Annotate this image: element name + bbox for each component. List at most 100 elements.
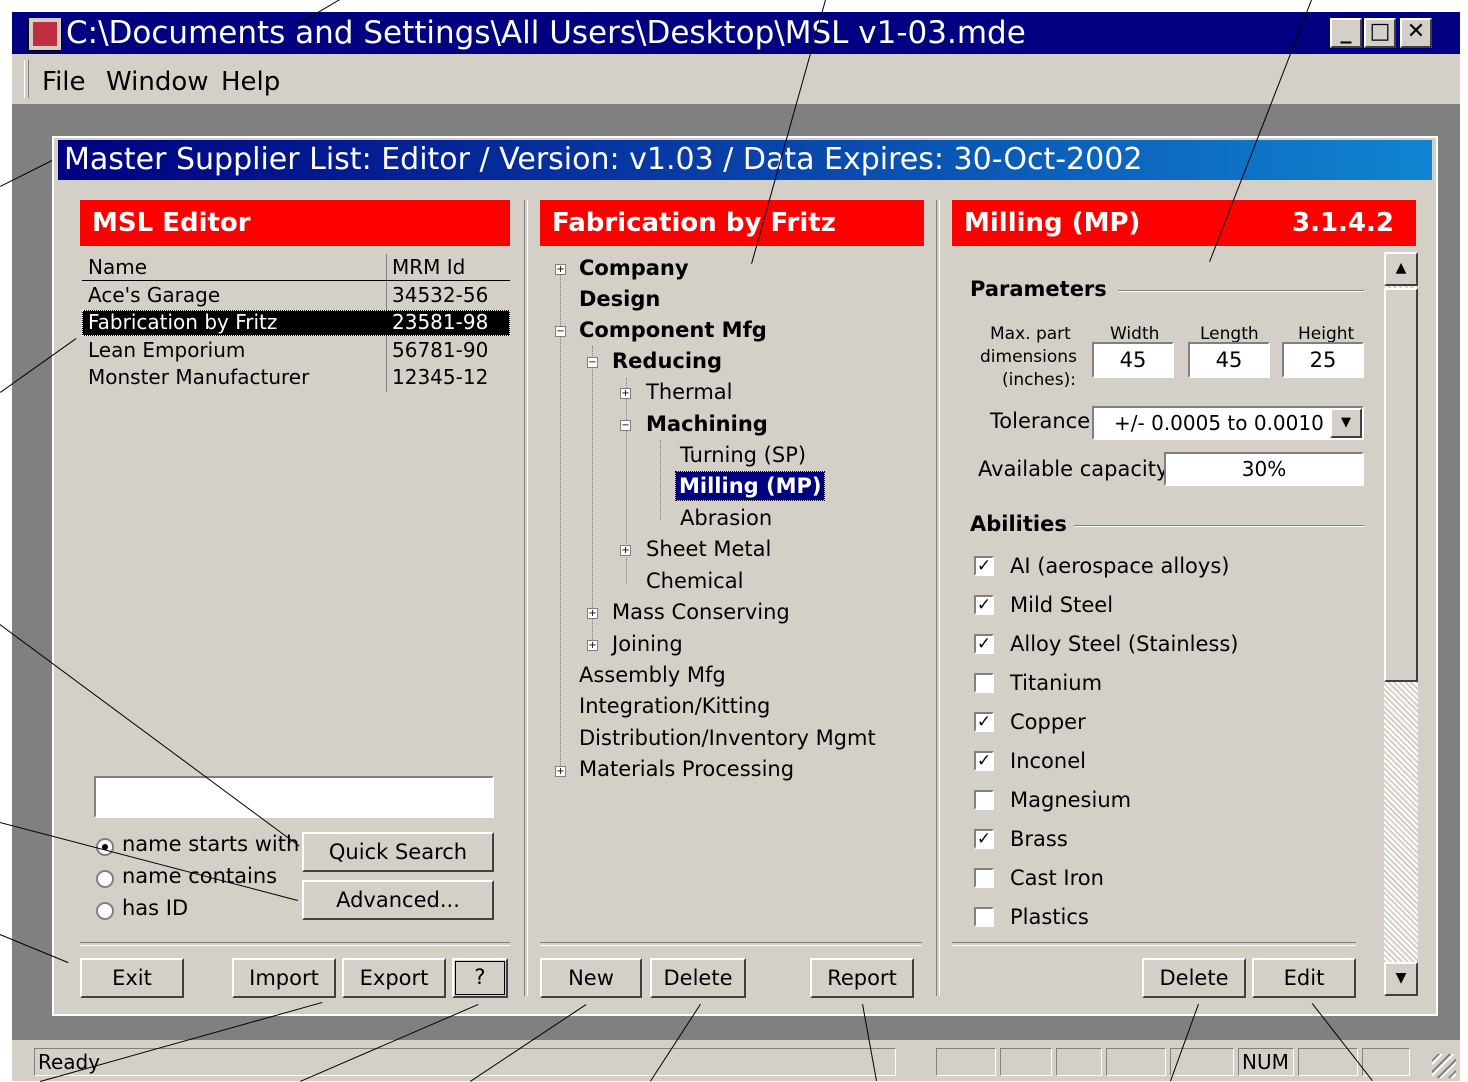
height-field[interactable]: 25 [1282, 342, 1364, 378]
tolerance-label: Tolerance [990, 409, 1091, 433]
ability-checkbox[interactable]: ✓ [974, 634, 994, 654]
tree-item-thermal[interactable]: Thermal [646, 378, 732, 406]
list-item-id[interactable]: 12345-12 [392, 364, 488, 391]
exit-button[interactable]: Exit [80, 958, 184, 998]
ability-label: Cast Iron [1010, 866, 1104, 890]
ability-checkbox[interactable] [974, 790, 994, 810]
menu-grip [24, 60, 29, 98]
tree-item-assembly[interactable]: Assembly Mfg [579, 661, 726, 689]
new-button[interactable]: New [540, 958, 642, 998]
menu-file[interactable]: File [42, 68, 86, 96]
scroll-down-icon[interactable]: ▼ [1384, 962, 1418, 996]
radio-label-starts-with: name starts with [122, 832, 300, 856]
maximize-button[interactable]: □ [1364, 18, 1396, 48]
ability-checkbox[interactable] [974, 673, 994, 693]
expand-icon[interactable]: + [620, 545, 631, 556]
tree-item-abrasion[interactable]: Abrasion [680, 504, 772, 532]
list-item-name[interactable]: Ace's Garage [88, 282, 220, 309]
import-button[interactable]: Import [232, 958, 336, 998]
tree-item-design[interactable]: Design [579, 285, 660, 313]
parameters-rule [1118, 290, 1364, 292]
tree-item-reducing[interactable]: Reducing [612, 347, 722, 375]
capacity-field[interactable]: 30% [1164, 452, 1364, 486]
ability-checkbox[interactable]: ✓ [974, 712, 994, 732]
delete-capability-button[interactable]: Delete [1142, 958, 1246, 998]
ability-label: Mild Steel [1010, 593, 1114, 617]
collapse-icon[interactable]: − [555, 326, 566, 337]
panel-divider-right [936, 200, 940, 996]
max-dims-label: (inches): [1002, 370, 1076, 390]
menu-help[interactable]: Help [221, 68, 280, 96]
tree-item-milling-selected[interactable]: Milling (MP) [674, 471, 826, 501]
search-input[interactable] [94, 776, 494, 818]
left-footer-divider [80, 942, 510, 946]
column-header-id[interactable]: MRM Id [392, 254, 465, 281]
tree-item-sheet-metal[interactable]: Sheet Metal [646, 535, 771, 563]
expand-icon[interactable]: + [587, 640, 598, 651]
status-num: NUM [1238, 1048, 1294, 1076]
list-item-id[interactable]: 56781-90 [392, 337, 488, 364]
scroll-up-icon[interactable]: ▲ [1384, 252, 1418, 286]
tree-item-machining[interactable]: Machining [646, 410, 768, 438]
tolerance-select[interactable]: +/- 0.0005 to 0.0010 ▼ [1092, 406, 1364, 440]
width-field[interactable]: 45 [1092, 342, 1174, 378]
tree-item-joining[interactable]: Joining [612, 630, 683, 658]
chevron-down-icon[interactable]: ▼ [1330, 408, 1362, 438]
tree-item-distribution[interactable]: Distribution/Inventory Mgmt [579, 724, 876, 752]
list-item-name[interactable]: Lean Emporium [88, 337, 245, 364]
help-button[interactable]: ? [452, 958, 508, 998]
ability-checkbox[interactable] [974, 868, 994, 888]
ability-label: Alloy Steel (Stainless) [1010, 632, 1239, 656]
resize-grip-icon[interactable] [1432, 1054, 1456, 1078]
max-dims-label: dimensions [980, 347, 1077, 367]
ability-label: Titanium [1010, 671, 1103, 695]
tree-item-chemical[interactable]: Chemical [646, 567, 743, 595]
ability-label: Brass [1010, 827, 1068, 851]
expand-icon[interactable]: + [555, 766, 566, 777]
list-item-name[interactable]: Monster Manufacturer [88, 364, 309, 391]
tree-item-mass-conserving[interactable]: Mass Conserving [612, 598, 790, 626]
list-item-id[interactable]: 23581-98 [392, 309, 488, 336]
expand-icon[interactable]: + [620, 388, 631, 399]
close-button[interactable]: ✕ [1400, 18, 1432, 48]
tree-item-integration[interactable]: Integration/Kitting [579, 692, 770, 720]
ability-checkbox[interactable]: ✓ [974, 595, 994, 615]
report-button[interactable]: Report [810, 958, 914, 998]
capability-header: Milling (MP) 3.1.4.2 [952, 200, 1416, 246]
ability-checkbox[interactable]: ✓ [974, 751, 994, 771]
status-panel [1106, 1048, 1166, 1076]
minimize-button[interactable]: _ [1330, 18, 1362, 48]
list-item-id[interactable]: 34532-56 [392, 282, 488, 309]
column-header-name[interactable]: Name [88, 254, 147, 281]
tree-item-turning[interactable]: Turning (SP) [680, 441, 806, 469]
status-panel [1362, 1048, 1410, 1076]
tree-item-component-mfg[interactable]: Component Mfg [579, 316, 767, 344]
ability-label: Inconel [1010, 749, 1086, 773]
collapse-icon[interactable]: − [587, 357, 598, 368]
edit-button[interactable]: Edit [1252, 958, 1356, 998]
width-label: Width [1110, 324, 1160, 344]
ability-checkbox[interactable]: ✓ [974, 829, 994, 849]
expand-icon[interactable]: + [587, 608, 598, 619]
tree-guide [660, 440, 661, 520]
ability-checkbox[interactable] [974, 907, 994, 927]
advanced-search-button[interactable]: Advanced... [302, 880, 494, 920]
radio-label-has-id: has ID [122, 896, 189, 920]
ability-checkbox[interactable]: ✓ [974, 556, 994, 576]
quick-search-button[interactable]: Quick Search [302, 832, 494, 872]
app-key-icon[interactable] [28, 17, 62, 51]
window-titlebar[interactable]: C:\Documents and Settings\All Users\Desk… [12, 12, 1460, 54]
collapse-icon[interactable]: − [620, 420, 631, 431]
radio-name-contains[interactable] [96, 870, 114, 888]
ability-label: Copper [1010, 710, 1086, 734]
menu-window[interactable]: Window [106, 68, 209, 96]
export-button[interactable]: Export [342, 958, 446, 998]
scroll-thumb[interactable] [1384, 288, 1418, 682]
tree-item-materials[interactable]: Materials Processing [579, 755, 794, 783]
expand-icon[interactable]: + [555, 264, 566, 275]
list-item-name[interactable]: Fabrication by Fritz [88, 309, 277, 336]
radio-has-id[interactable] [96, 902, 114, 920]
tree-item-company[interactable]: Company [579, 254, 689, 282]
length-field[interactable]: 45 [1188, 342, 1270, 378]
delete-supplier-button[interactable]: Delete [650, 958, 746, 998]
